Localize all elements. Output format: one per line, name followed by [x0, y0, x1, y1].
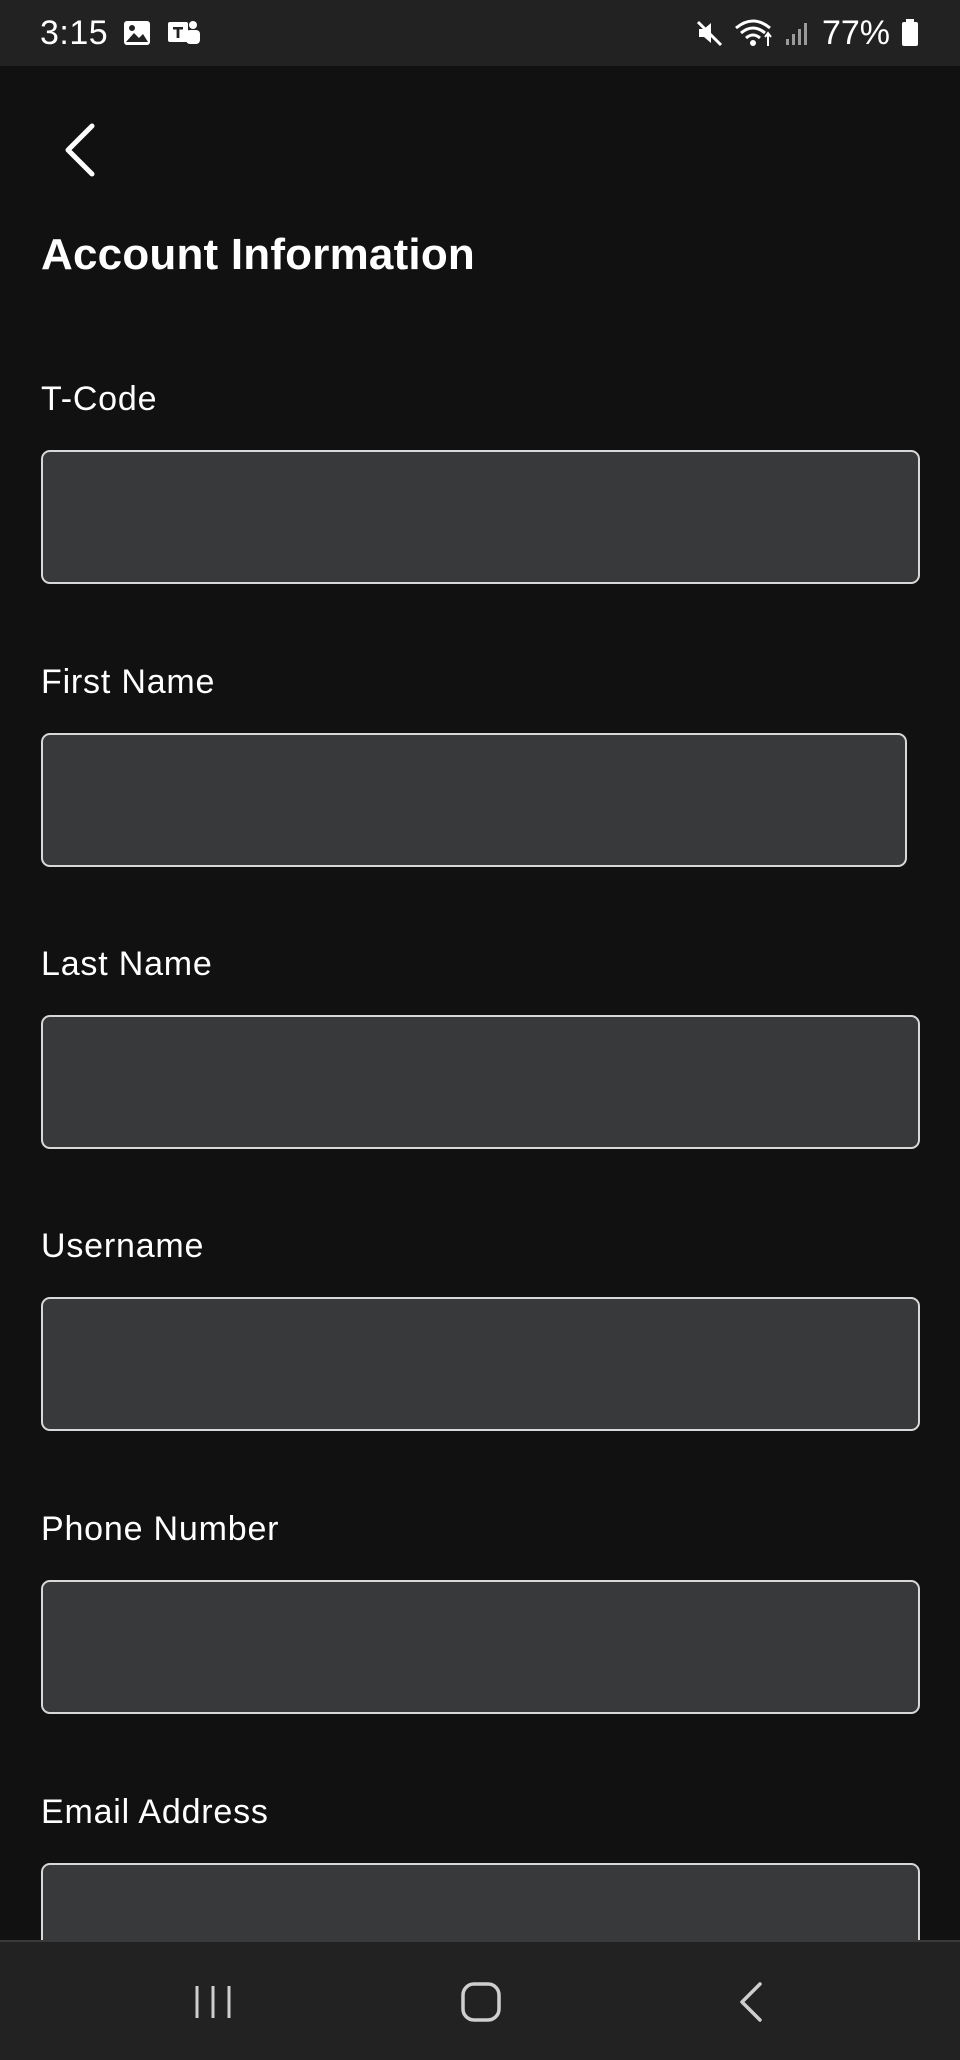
signal-icon [784, 19, 812, 47]
recent-apps-button[interactable] [153, 1962, 273, 2042]
back-icon [736, 1980, 766, 2024]
battery-percentage: 77% [821, 13, 890, 52]
system-back-button[interactable] [691, 1962, 811, 2042]
gallery-icon [122, 18, 152, 48]
mute-icon [694, 18, 724, 48]
teams-icon [166, 18, 202, 48]
status-time: 3:15 [40, 13, 109, 52]
last-name-label: Last Name [41, 945, 213, 983]
first-name-input[interactable] [41, 733, 907, 867]
app-screen: 3:15 77% Account Information T-Code Firs… [0, 0, 960, 2060]
wifi-icon [734, 17, 774, 49]
status-bar: 3:15 77% [0, 0, 960, 66]
recent-apps-icon [191, 1982, 235, 2022]
last-name-input[interactable] [41, 1015, 920, 1149]
username-input[interactable] [41, 1297, 920, 1431]
home-icon [459, 1980, 503, 2024]
phone-number-input[interactable] [41, 1580, 920, 1714]
email-address-label: Email Address [41, 1793, 269, 1831]
battery-icon [900, 18, 920, 48]
phone-number-label: Phone Number [41, 1510, 280, 1548]
tcode-input[interactable] [41, 450, 920, 584]
chevron-left-icon [60, 122, 100, 178]
back-button[interactable] [48, 112, 112, 188]
status-right: 77% [694, 14, 920, 53]
status-left: 3:15 [40, 14, 202, 53]
home-button[interactable] [421, 1962, 541, 2042]
tcode-label: T-Code [41, 380, 158, 418]
first-name-label: First Name [41, 663, 216, 701]
username-label: Username [41, 1227, 205, 1265]
page-title: Account Information [41, 230, 476, 279]
system-nav-bar [0, 1940, 960, 2060]
